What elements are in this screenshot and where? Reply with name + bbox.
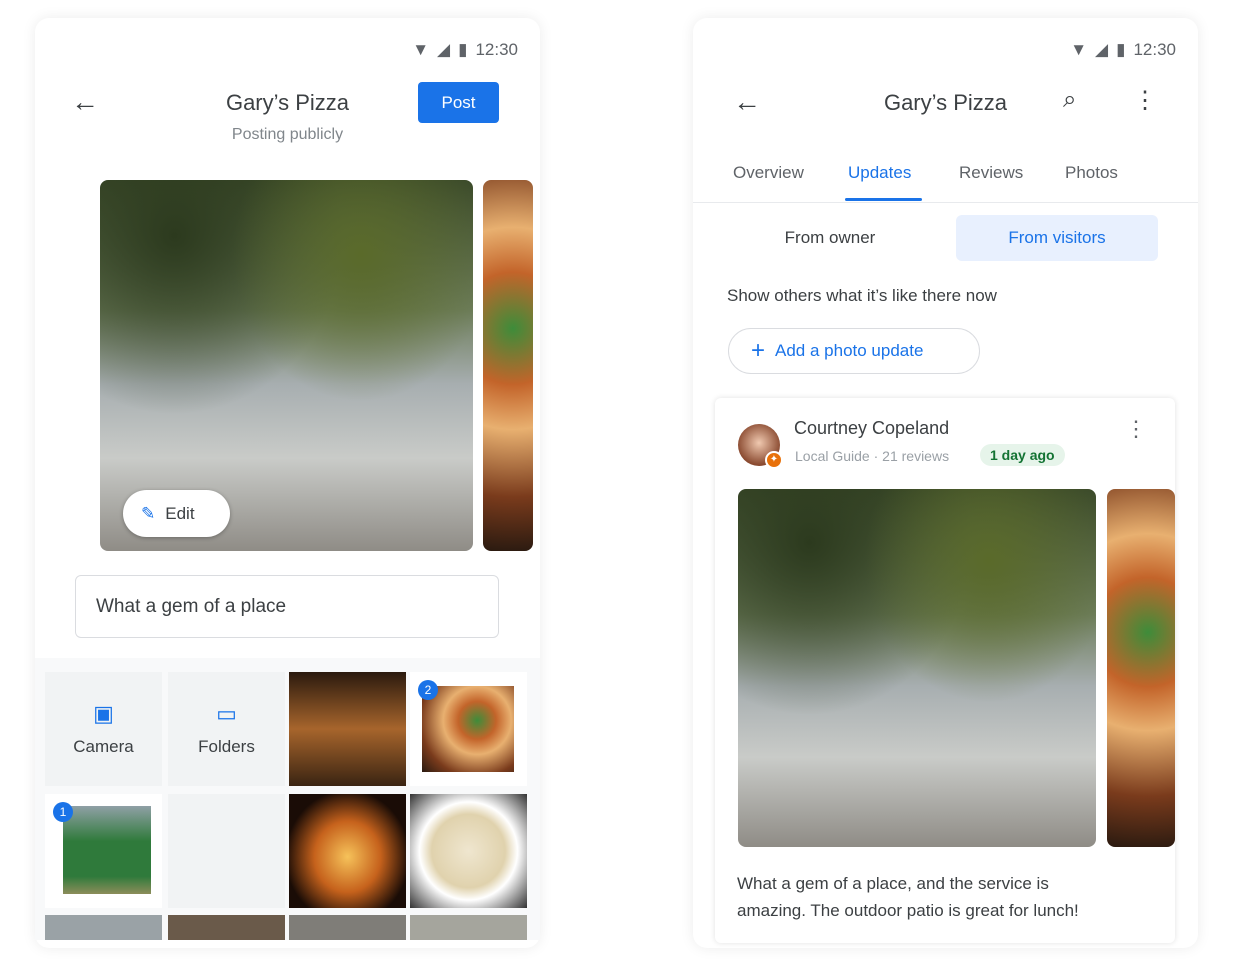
gallery-thumb[interactable]	[410, 794, 527, 908]
gallery-thumb[interactable]	[168, 915, 285, 940]
camera-icon: ▣	[93, 701, 114, 726]
post-button[interactable]: Post	[418, 82, 499, 123]
page-subtitle: Posting publicly	[231, 126, 344, 143]
page-title: Gary’s Pizza	[225, 90, 350, 115]
folder-icon: ▭	[216, 701, 237, 726]
battery-icon: ▮	[1116, 40, 1126, 59]
author-meta: Local Guide · 21 reviews	[795, 448, 950, 464]
selection-badge: 1	[53, 802, 73, 822]
active-tab-indicator	[845, 198, 922, 201]
search-icon[interactable]: ⌕	[1063, 86, 1076, 114]
camera-button[interactable]: ▣ Camera	[45, 672, 162, 786]
tab-updates[interactable]: Updates	[848, 163, 911, 183]
post-text-line: What a gem of a place, and the service i…	[737, 874, 1049, 893]
wifi-icon: ▼	[1070, 40, 1088, 59]
clock: 12:30	[475, 40, 518, 59]
clock: 12:30	[1133, 40, 1176, 59]
wifi-icon: ▼	[412, 40, 430, 59]
selection-badge: 2	[418, 680, 438, 700]
gallery-thumb[interactable]	[410, 915, 527, 940]
divider	[693, 202, 1198, 203]
page-title: Gary’s Pizza	[883, 90, 1008, 115]
gallery-thumb[interactable]	[289, 915, 406, 940]
gallery-thumb-selected[interactable]: 1	[45, 794, 162, 908]
add-photo-label: Add a photo update	[775, 341, 924, 360]
compose-screen: ▼ ◢ ▮ 12:30 ← Gary’s Pizza Posting publi…	[35, 18, 540, 948]
folders-button[interactable]: ▭ Folders	[168, 672, 285, 786]
update-card: ✦ Courtney Copeland Local Guide · 21 rev…	[715, 398, 1175, 943]
business-updates-screen: ▼ ◢ ▮ 12:30 ← Gary’s Pizza ⌕ ⋮ Overview …	[693, 18, 1198, 948]
tab-overview[interactable]: Overview	[733, 163, 804, 183]
back-arrow-icon[interactable]: ←	[71, 86, 99, 118]
edit-label: Edit	[165, 503, 195, 523]
battery-icon: ▮	[458, 40, 468, 59]
edit-button[interactable]: ✎ Edit	[123, 490, 230, 537]
tab-reviews[interactable]: Reviews	[959, 163, 1023, 183]
camera-label: Camera	[73, 737, 134, 756]
status-bar: ▼ ◢ ▮ 12:30	[1070, 40, 1176, 60]
plus-icon: +	[751, 337, 766, 364]
tab-photos[interactable]: Photos	[1065, 163, 1118, 183]
gallery-thumb[interactable]	[45, 915, 162, 940]
selected-photo-pizza[interactable]	[483, 180, 533, 551]
folders-label: Folders	[198, 737, 255, 756]
status-bar: ▼ ◢ ▮ 12:30	[412, 40, 518, 60]
signal-icon: ◢	[437, 40, 451, 59]
caption-input[interactable]: What a gem of a place	[75, 575, 499, 638]
post-text: What a gem of a place, and the service i…	[737, 870, 1079, 924]
more-vert-icon[interactable]: ⋮	[1125, 416, 1147, 442]
back-arrow-icon[interactable]: ←	[733, 86, 761, 118]
gallery-thumb[interactable]	[168, 794, 285, 908]
add-photo-update-button[interactable]: + Add a photo update	[728, 328, 980, 374]
post-photo-pizza[interactable]	[1107, 489, 1175, 847]
pencil-icon: ✎	[141, 503, 156, 523]
gallery-thumb[interactable]	[289, 672, 406, 786]
post-age-badge: 1 day ago	[980, 444, 1065, 466]
segment-from-owner[interactable]: From owner	[720, 215, 940, 261]
post-text-line: amazing. The outdoor patio is great for …	[737, 901, 1079, 920]
segment-from-visitors[interactable]: From visitors	[956, 215, 1158, 261]
post-photo-patio[interactable]	[738, 489, 1096, 847]
gallery-thumb-selected[interactable]: 2	[410, 672, 527, 786]
more-vert-icon[interactable]: ⋮	[1133, 86, 1157, 115]
author-name[interactable]: Courtney Copeland	[794, 418, 949, 439]
prompt-text: Show others what it’s like there now	[727, 286, 997, 305]
signal-icon: ◢	[1095, 40, 1109, 59]
photo-picker: ▣ Camera ▭ Folders 2 1	[35, 658, 540, 940]
gallery-thumb[interactable]	[289, 794, 406, 908]
local-guide-icon: ✦	[765, 451, 783, 469]
